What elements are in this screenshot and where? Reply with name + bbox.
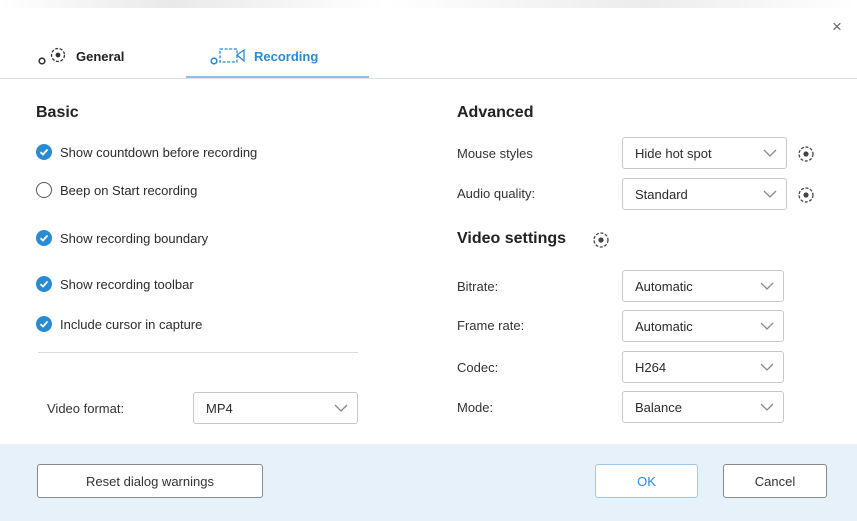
codec-value: H264 <box>635 359 667 375</box>
basic-heading: Basic <box>36 104 79 121</box>
option-label: Show recording toolbar <box>60 276 194 292</box>
mode-value: Balance <box>635 399 682 415</box>
codec-label: Codec: <box>457 360 499 375</box>
mouse-styles-value: Hide hot spot <box>635 145 712 161</box>
tab-recording[interactable]: Recording <box>210 36 318 76</box>
option-label: Beep on Start recording <box>60 182 198 198</box>
checkbox-checked-icon[interactable] <box>36 230 52 246</box>
audio-quality-select[interactable]: Standard <box>622 178 787 210</box>
bitrate-label: Bitrate: <box>457 279 499 294</box>
frame-rate-value: Automatic <box>635 318 693 334</box>
chevron-down-icon <box>760 320 774 335</box>
option-show-countdown[interactable]: Show countdown before recording <box>36 144 257 160</box>
chevron-down-icon <box>760 401 774 416</box>
tab-recording-label: Recording <box>254 48 319 64</box>
close-icon[interactable]: × <box>832 18 842 35</box>
audio-quality-value: Standard <box>635 186 688 202</box>
checkbox-checked-icon[interactable] <box>36 316 52 332</box>
option-show-toolbar[interactable]: Show recording toolbar <box>36 276 194 292</box>
tab-general[interactable]: General <box>38 36 124 76</box>
audio-quality-label: Audio quality: <box>457 186 536 201</box>
audio-quality-settings-gear-icon[interactable] <box>797 186 815 209</box>
dialog-footer: Reset dialog warnings OK Cancel <box>0 444 857 521</box>
chevron-down-icon <box>763 188 777 203</box>
frame-rate-label: Frame rate: <box>457 318 525 333</box>
checkbox-checked-icon[interactable] <box>36 144 52 160</box>
option-label: Show countdown before recording <box>60 144 258 160</box>
mode-label: Mode: <box>457 400 494 415</box>
tab-separator <box>0 78 857 79</box>
option-label: Include cursor in capture <box>60 316 203 332</box>
section-divider <box>38 352 358 353</box>
video-format-label: Video format: <box>47 401 125 416</box>
codec-select[interactable]: H264 <box>622 351 784 383</box>
option-include-cursor[interactable]: Include cursor in capture <box>36 316 202 332</box>
bitrate-select[interactable]: Automatic <box>622 270 784 302</box>
chevron-down-icon <box>760 361 774 376</box>
checkbox-unchecked-icon[interactable] <box>36 182 52 198</box>
reset-dialog-warnings-button[interactable]: Reset dialog warnings <box>37 464 263 498</box>
ok-button[interactable]: OK <box>595 464 698 498</box>
chevron-down-icon <box>760 280 774 295</box>
video-format-value: MP4 <box>206 400 233 416</box>
chevron-down-icon <box>763 147 777 162</box>
mouse-styles-label: Mouse styles <box>457 146 533 161</box>
frame-rate-select[interactable]: Automatic <box>622 310 784 342</box>
bitrate-value: Automatic <box>635 278 693 294</box>
video-settings-gear-icon[interactable] <box>592 231 610 254</box>
option-show-boundary[interactable]: Show recording boundary <box>36 230 208 246</box>
mouse-styles-settings-gear-icon[interactable] <box>797 145 815 168</box>
video-format-select[interactable]: MP4 <box>193 392 358 424</box>
window-top-edge <box>0 0 857 8</box>
option-label: Show recording boundary <box>60 230 209 246</box>
checkbox-checked-icon[interactable] <box>36 276 52 292</box>
chevron-down-icon <box>334 402 348 417</box>
video-settings-heading: Video settings <box>457 230 567 247</box>
cancel-button[interactable]: Cancel <box>723 464 827 498</box>
tab-general-label: General <box>76 48 125 64</box>
camera-icon <box>210 47 246 65</box>
mode-select[interactable]: Balance <box>622 391 784 423</box>
gear-icon <box>38 47 68 65</box>
option-beep-on-start[interactable]: Beep on Start recording <box>36 182 197 198</box>
mouse-styles-select[interactable]: Hide hot spot <box>622 137 787 169</box>
advanced-heading: Advanced <box>457 104 534 121</box>
